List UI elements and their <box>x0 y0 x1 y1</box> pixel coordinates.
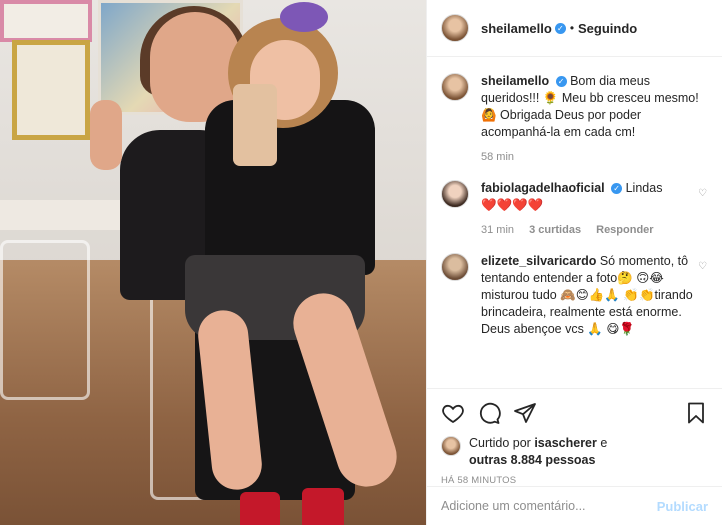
caption: sheilamello ✓ Bom dia meus queridos!!! 🌻… <box>441 73 708 166</box>
caption-meta: 58 min <box>481 149 708 166</box>
comment-input[interactable] <box>441 499 657 513</box>
photo-boot-left <box>240 492 280 525</box>
action-icons <box>441 397 708 429</box>
photo-table <box>0 200 140 230</box>
heart-icon[interactable] <box>441 401 465 425</box>
following-button[interactable]: Seguindo <box>578 21 637 36</box>
comment-avatar[interactable] <box>441 253 469 281</box>
comment-emoji-line: ❤️❤️❤️❤️ <box>481 198 544 212</box>
comment-username[interactable]: fabiolagadelhaoficial <box>481 181 605 195</box>
verified-badge-icon: ✓ <box>555 76 567 87</box>
photo-boot-right <box>302 488 344 525</box>
liker-avatar[interactable] <box>441 436 461 456</box>
comment-item: elizete_silvaricardo Só momento, tô tent… <box>441 253 708 338</box>
photo-frame-gold <box>12 40 90 140</box>
post-actions: Curtido por isascherer e outras 8.884 pe… <box>427 388 722 486</box>
photo-hair-bow <box>280 2 328 32</box>
comment-meta: 31 min 3 curtidas Responder <box>481 222 708 239</box>
photo-peace-hand <box>90 100 122 170</box>
post-photo[interactable] <box>0 0 426 525</box>
photo-chair-left <box>0 240 90 400</box>
comment-likes[interactable]: 3 curtidas <box>529 224 581 236</box>
likes-summary: Curtido por isascherer e outras 8.884 pe… <box>441 435 708 469</box>
author-avatar[interactable] <box>441 14 469 42</box>
comment-username[interactable]: elizete_silvaricardo <box>481 254 596 268</box>
instagram-post: sheilamello ✓ • Seguindo sheilamello ✓ B… <box>0 0 722 525</box>
comment-time[interactable]: 31 min <box>481 224 514 236</box>
likes-others[interactable]: outras 8.884 pessoas <box>469 453 595 467</box>
post-header: sheilamello ✓ • Seguindo <box>427 0 722 57</box>
separator-dot: • <box>569 21 575 35</box>
comments-list[interactable]: sheilamello ✓ Bom dia meus queridos!!! 🌻… <box>427 57 722 387</box>
verified-badge-icon: ✓ <box>554 22 566 34</box>
comment-text: Lindas <box>625 181 663 195</box>
post-sidebar: sheilamello ✓ • Seguindo sheilamello ✓ B… <box>426 0 722 525</box>
post-timestamp[interactable]: HÁ 58 MINUTOS <box>441 475 708 486</box>
comment-avatar[interactable] <box>441 180 469 208</box>
photo-phone <box>233 84 277 166</box>
photo-frame-pink <box>0 0 92 42</box>
liker-username[interactable]: isascherer <box>534 436 597 450</box>
author-username[interactable]: sheilamello <box>481 21 552 36</box>
comment-icon[interactable] <box>477 401 501 425</box>
verified-badge-icon: ✓ <box>611 183 623 194</box>
reply-button[interactable]: Responder <box>596 224 653 236</box>
comment-item: fabiolagadelhaoficial ✓ Lindas ❤️❤️❤️❤️ … <box>441 180 708 239</box>
comment-like-heart-icon[interactable]: ♡ <box>698 188 708 199</box>
publish-button[interactable]: Publicar <box>657 499 708 514</box>
caption-avatar[interactable] <box>441 73 469 101</box>
likes-prefix: Curtido por <box>469 436 531 450</box>
bookmark-icon[interactable] <box>684 401 708 425</box>
caption-username[interactable]: sheilamello <box>481 74 549 88</box>
likes-connector: e <box>600 436 608 450</box>
caption-time[interactable]: 58 min <box>481 151 514 163</box>
add-comment-bar: Publicar <box>427 486 722 525</box>
share-icon[interactable] <box>513 401 537 425</box>
comment-like-heart-icon[interactable]: ♡ <box>698 261 708 272</box>
